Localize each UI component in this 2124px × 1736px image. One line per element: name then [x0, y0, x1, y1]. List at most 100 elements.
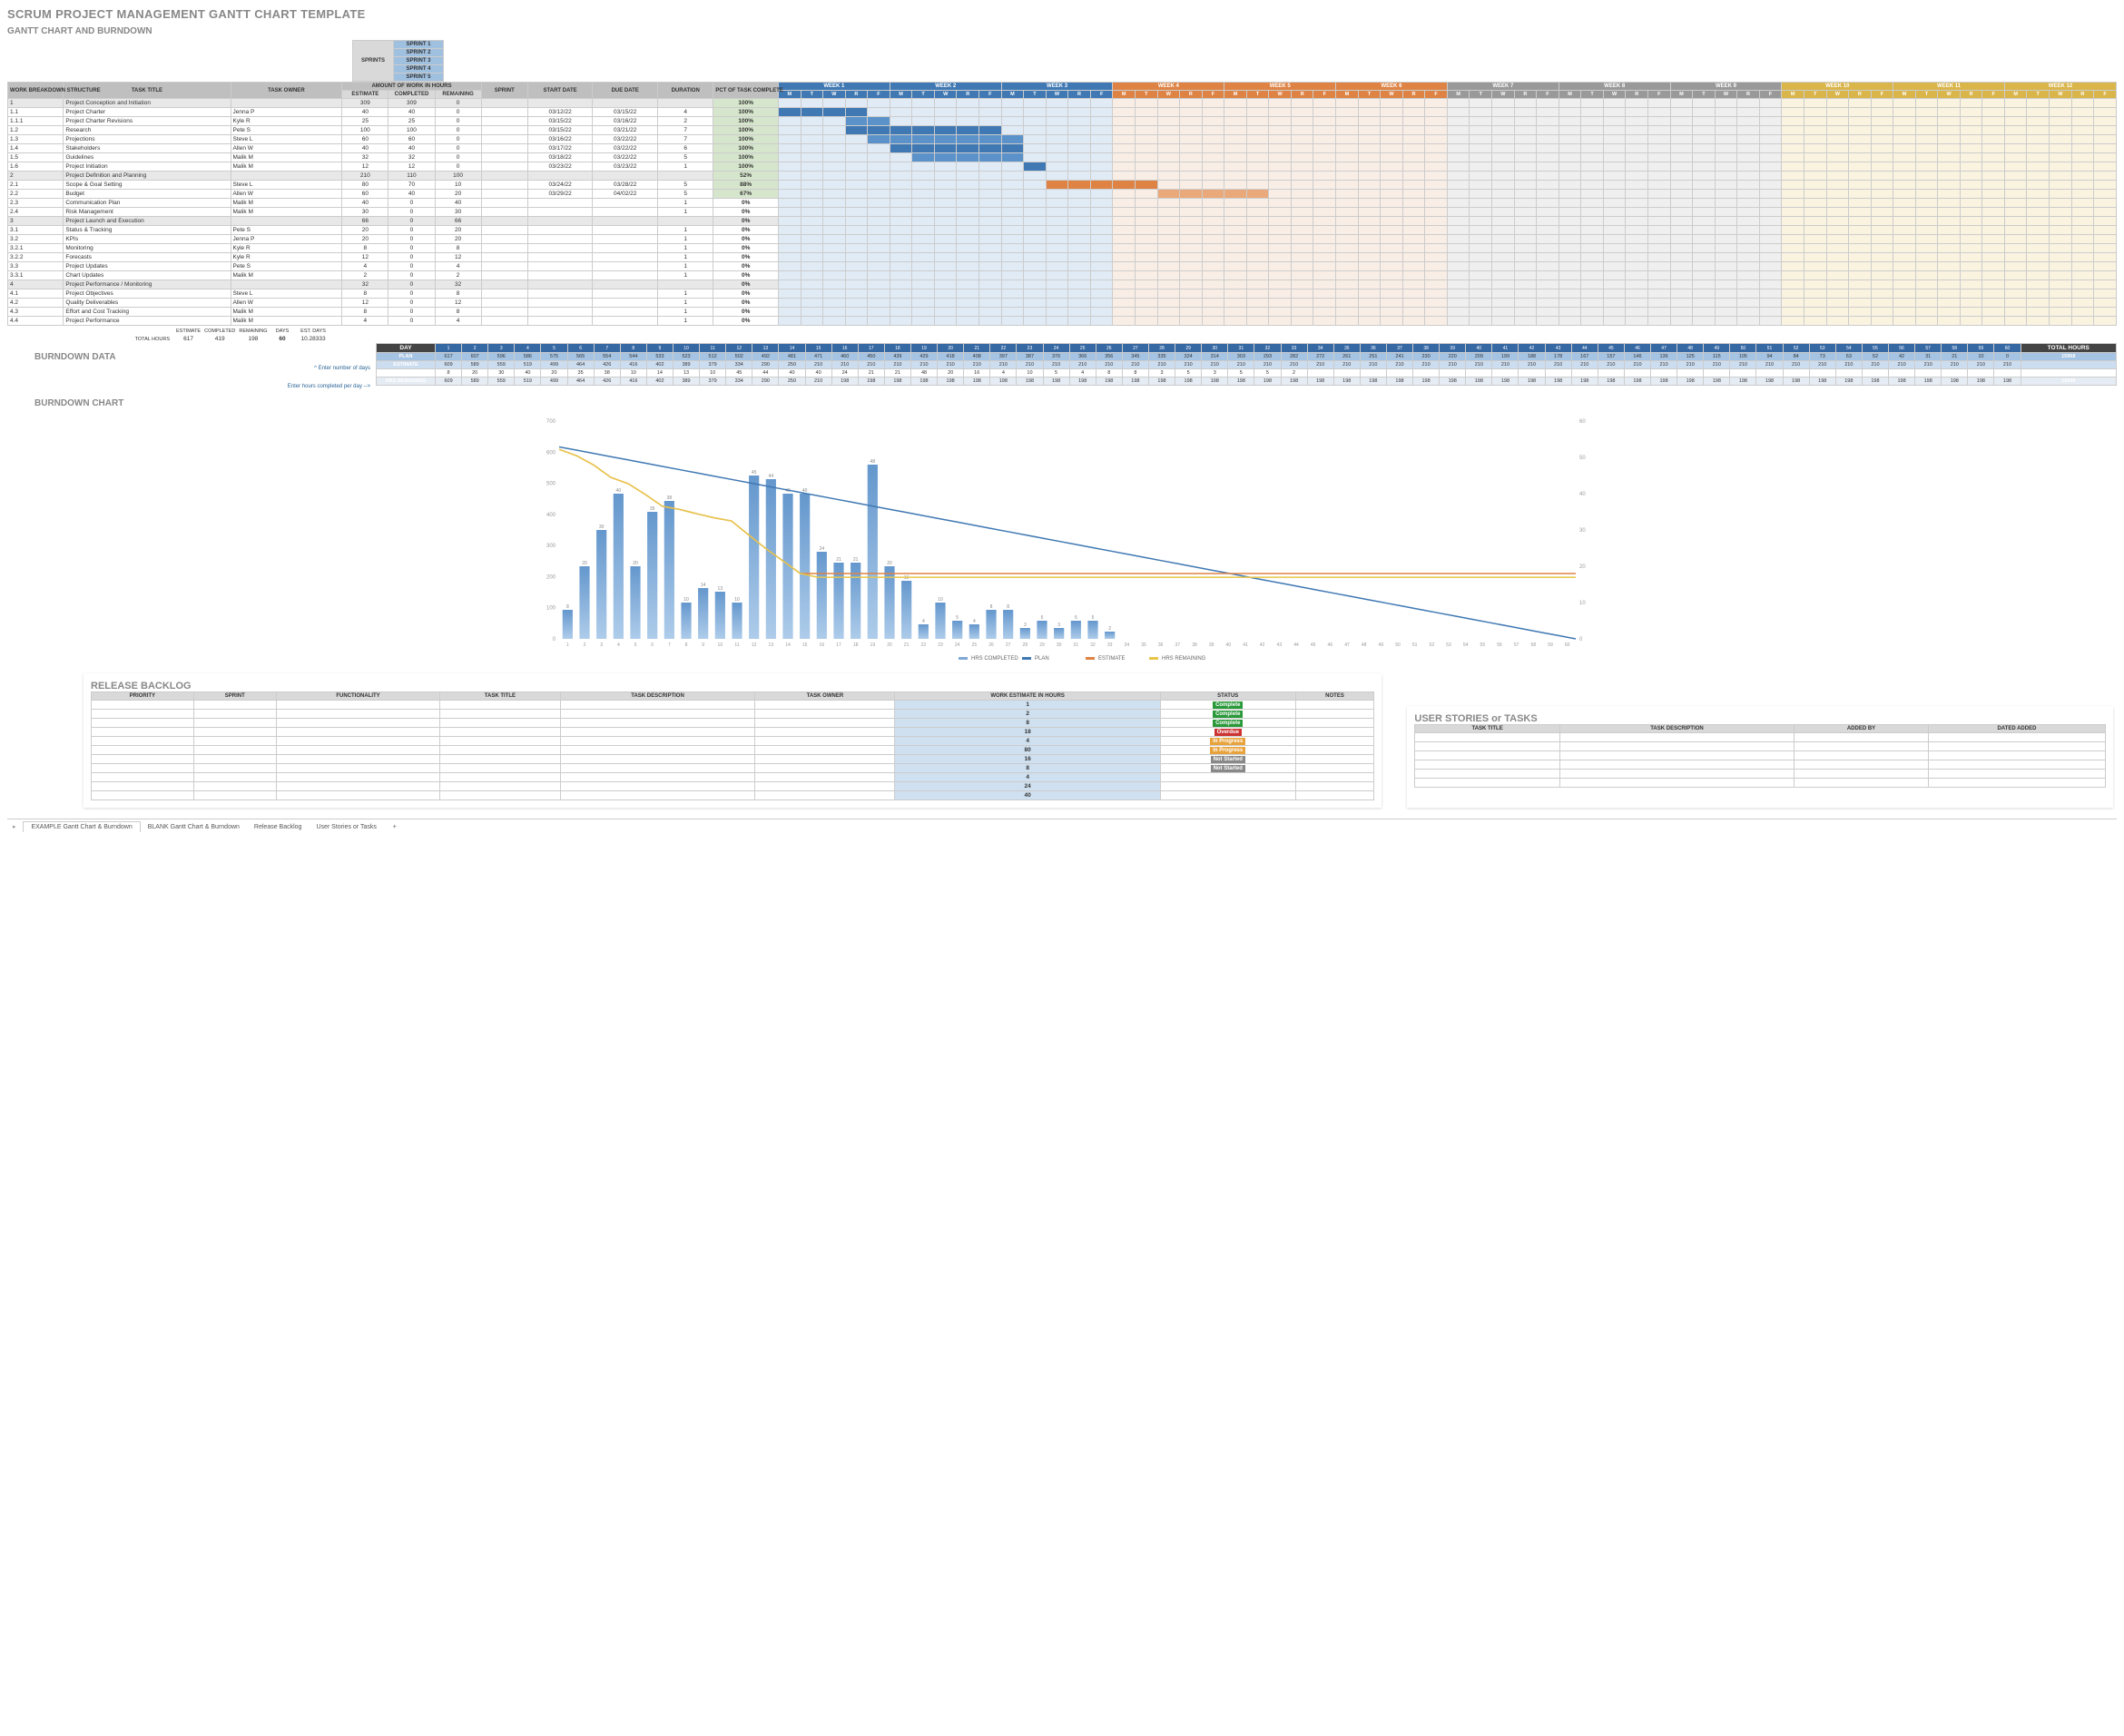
svg-text:38: 38	[667, 495, 673, 501]
svg-text:29: 29	[1039, 642, 1045, 648]
svg-text:40: 40	[1579, 492, 1586, 497]
svg-text:8: 8	[685, 642, 688, 648]
user-stories-title: USER STORIES or TASKS	[1414, 713, 2106, 724]
svg-text:10: 10	[734, 597, 740, 603]
burndown-data-table[interactable]: DAY1234567891011121314151617181920212223…	[376, 343, 2117, 386]
release-title: RELEASE BACKLOG	[91, 681, 1374, 691]
svg-text:0: 0	[553, 637, 556, 642]
svg-text:9: 9	[702, 642, 704, 648]
svg-text:500: 500	[546, 482, 556, 487]
svg-text:0: 0	[1579, 637, 1583, 642]
svg-text:30: 30	[599, 525, 605, 530]
svg-text:8: 8	[990, 604, 993, 610]
svg-text:44: 44	[1293, 642, 1299, 648]
sprint-4: SPRINT 4	[394, 65, 444, 74]
svg-text:35: 35	[1141, 642, 1146, 648]
add-sheet-button[interactable]: +	[386, 822, 404, 832]
svg-text:600: 600	[546, 450, 556, 456]
svg-text:4: 4	[617, 642, 620, 648]
svg-text:18: 18	[853, 642, 859, 648]
burndown-chart: 0100200300400500600700010203040506082030…	[18, 412, 2117, 666]
sheet-tabs[interactable]: ▸ EXAMPLE Gantt Chart & BurndownBLANK Ga…	[7, 819, 2117, 832]
svg-text:200: 200	[546, 574, 556, 580]
svg-text:10: 10	[718, 642, 723, 648]
svg-text:22: 22	[921, 642, 927, 648]
svg-text:48: 48	[870, 459, 876, 465]
svg-text:300: 300	[546, 544, 556, 549]
svg-text:43: 43	[1277, 642, 1283, 648]
svg-text:41: 41	[1243, 642, 1248, 648]
sheet-tab[interactable]: Release Backlog	[247, 822, 310, 832]
svg-text:24: 24	[820, 546, 825, 552]
svg-text:PLAN: PLAN	[1035, 656, 1049, 662]
svg-text:14: 14	[785, 642, 791, 648]
svg-text:5: 5	[1075, 615, 1077, 621]
svg-text:24: 24	[955, 642, 960, 648]
svg-text:1: 1	[566, 642, 569, 648]
tab-nav-icon[interactable]: ▸	[7, 824, 22, 830]
svg-text:16: 16	[904, 575, 910, 581]
svg-text:36: 36	[1158, 642, 1164, 648]
svg-text:40: 40	[616, 488, 622, 494]
release-table[interactable]: PRIORITYSPRINTFUNCTIONALITYTASK TITLETAS…	[91, 691, 1374, 800]
svg-text:5: 5	[956, 615, 959, 621]
svg-text:30: 30	[1057, 642, 1062, 648]
svg-text:14: 14	[701, 583, 706, 588]
sprint-3: SPRINT 3	[394, 57, 444, 65]
total-hours-label: TOTAL HOURS	[7, 335, 174, 343]
svg-text:52: 52	[1430, 642, 1435, 648]
svg-text:7: 7	[668, 642, 671, 648]
sheet-tab[interactable]: EXAMPLE Gantt Chart & Burndown	[23, 821, 140, 832]
sheet-tab[interactable]: User Stories or Tasks	[309, 822, 383, 832]
sprint-5: SPRINT 5	[394, 74, 444, 82]
burndown-chart-title: BURNDOWN CHART	[34, 398, 2117, 408]
svg-text:25: 25	[972, 642, 978, 648]
svg-text:8: 8	[1007, 604, 1009, 610]
svg-text:2: 2	[584, 642, 586, 648]
svg-text:33: 33	[1107, 642, 1113, 648]
gantt-table[interactable]: WORK BREAKDOWN STRUCTURETASK TITLETASK O…	[7, 82, 2117, 326]
svg-text:20: 20	[887, 642, 892, 648]
burndown-data-title: BURNDOWN DATA	[34, 352, 370, 362]
svg-text:2: 2	[1108, 626, 1111, 632]
svg-text:20: 20	[887, 561, 892, 566]
days-instruction: ^ Enter number of days	[7, 366, 370, 371]
svg-text:32: 32	[1090, 642, 1096, 648]
sprint-legend: SPRINTS SPRINT 1 SPRINT 2 SPRINT 3 SPRIN…	[352, 40, 1102, 82]
svg-text:400: 400	[546, 513, 556, 518]
svg-text:20: 20	[582, 561, 587, 566]
svg-text:47: 47	[1344, 642, 1350, 648]
gantt-subtitle: GANTT CHART AND BURNDOWN	[7, 26, 2117, 36]
svg-text:21: 21	[853, 557, 859, 563]
svg-text:51: 51	[1412, 642, 1418, 648]
svg-text:13: 13	[718, 586, 723, 592]
svg-text:12: 12	[752, 642, 757, 648]
totals-row: ESTIMATE COMPLETED REMAINING DAYS EST. D…	[7, 328, 331, 343]
svg-text:50: 50	[1579, 456, 1586, 461]
svg-text:57: 57	[1514, 642, 1519, 648]
svg-text:45: 45	[1311, 642, 1316, 648]
svg-text:27: 27	[1006, 642, 1011, 648]
svg-text:10: 10	[683, 597, 689, 603]
svg-text:3: 3	[1024, 623, 1027, 628]
svg-text:6: 6	[651, 642, 654, 648]
svg-text:28: 28	[1023, 642, 1028, 648]
svg-text:48: 48	[1362, 642, 1367, 648]
svg-text:56: 56	[1497, 642, 1502, 648]
svg-text:59: 59	[1548, 642, 1553, 648]
svg-text:5: 5	[1092, 615, 1095, 621]
svg-text:11: 11	[734, 642, 739, 648]
sheet-tab[interactable]: BLANK Gantt Chart & Burndown	[141, 822, 247, 832]
svg-text:34: 34	[1125, 642, 1130, 648]
svg-text:100: 100	[546, 606, 556, 612]
svg-text:HRS REMAINING: HRS REMAINING	[1162, 656, 1206, 662]
svg-text:20: 20	[1579, 564, 1586, 570]
svg-text:53: 53	[1446, 642, 1451, 648]
svg-text:23: 23	[938, 642, 943, 648]
user-stories-panel: USER STORIES or TASKS TASK TITLETASK DES…	[1407, 706, 2113, 808]
page-title: SCRUM PROJECT MANAGEMENT GANTT CHART TEM…	[7, 7, 2117, 21]
svg-text:8: 8	[566, 604, 569, 610]
svg-text:5: 5	[634, 642, 637, 648]
user-stories-table[interactable]: TASK TITLETASK DESCRIPTIONADDED BYDATED …	[1414, 724, 2106, 788]
svg-text:17: 17	[836, 642, 841, 648]
